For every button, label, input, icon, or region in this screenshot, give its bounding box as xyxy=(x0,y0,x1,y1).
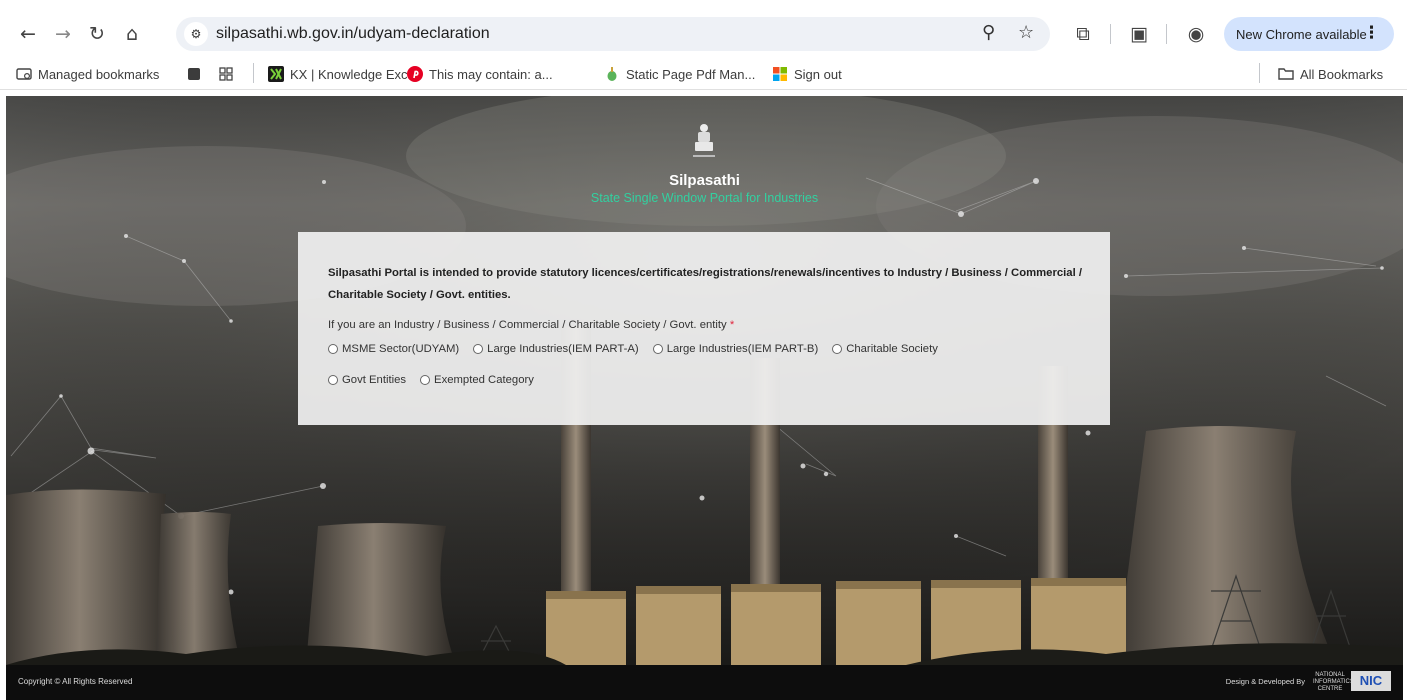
bookmark-label: KX | Knowledge Exc... xyxy=(290,66,419,82)
question-label: If you are an Industry / Business / Comm… xyxy=(328,319,727,331)
bookmarks-bar: Managed bookmarks KX | Knowledge Exc... … xyxy=(0,58,1407,90)
address-bar[interactable]: ⚙ silpasathi.wb.gov.in/udyam-declaration… xyxy=(176,17,1050,51)
state-emblem-icon xyxy=(693,124,715,157)
entity-options-row-2: Govt Entities Exempted Category xyxy=(328,374,1088,386)
url-text[interactable]: silpasathi.wb.gov.in/udyam-declaration xyxy=(216,25,490,43)
radio-button[interactable] xyxy=(328,344,338,354)
profile-icon[interactable]: ◉ xyxy=(1183,21,1209,47)
site-subtitle: State Single Window Portal for Industrie… xyxy=(590,191,819,205)
radio-button[interactable] xyxy=(473,344,484,354)
bookmark-label: This may contain: a... xyxy=(429,66,553,82)
page-footer: Copyright © All Rights Reserved Design &… xyxy=(6,665,1403,700)
zoom-icon[interactable]: ⚲ xyxy=(982,22,995,43)
home-icon[interactable]: ⌂ xyxy=(119,21,145,47)
option-govt-entities[interactable]: Govt Entities xyxy=(328,374,406,386)
new-chrome-button[interactable]: New Chrome available ⋮ xyxy=(1224,17,1394,51)
square-favicon xyxy=(188,68,200,80)
folder-icon xyxy=(1278,68,1294,80)
managed-folder-icon xyxy=(16,68,32,80)
apps-grid-icon xyxy=(219,67,233,81)
bookmark-label: Sign out xyxy=(794,66,842,82)
new-chrome-label: New Chrome available xyxy=(1236,26,1367,42)
option-exempted-category[interactable]: Exempted Category xyxy=(420,374,534,386)
entity-options-row-1: MSME Sector(UDYAM) Large Industries(IEM … xyxy=(328,343,1088,355)
page-viewport: Silpasathi State Single Window Portal fo… xyxy=(6,96,1403,700)
bookmark-star-icon[interactable]: ☆ xyxy=(1018,22,1034,43)
nic-small-text: NATIONAL INFORMATICS CENTRE xyxy=(1313,672,1354,692)
kx-icon xyxy=(268,66,284,82)
intro-text: Silpasathi Portal is intended to provide… xyxy=(328,267,1082,301)
browser-toolbar: ← → ↻ ⌂ ⚙ silpasathi.wb.gov.in/udyam-dec… xyxy=(0,0,1407,58)
back-icon[interactable]: ← xyxy=(15,21,41,47)
site-favicon xyxy=(607,67,617,81)
bookmark-sign-out[interactable]: Sign out xyxy=(772,64,842,84)
bookmark-apps[interactable] xyxy=(218,64,240,84)
toolbar-divider xyxy=(1110,24,1111,44)
entity-question: If you are an Industry / Business / Comm… xyxy=(328,319,734,331)
option-label: MSME Sector(UDYAM) xyxy=(342,343,460,355)
radio-button[interactable] xyxy=(832,344,843,354)
radio-button[interactable] xyxy=(652,344,663,354)
site-title: Silpasathi xyxy=(669,172,740,189)
forward-icon[interactable]: → xyxy=(50,21,76,47)
bookmark-managed[interactable]: Managed bookmarks xyxy=(16,64,159,84)
bookmark-label: Static Page Pdf Man... xyxy=(626,66,756,82)
option-label: Exempted Category xyxy=(434,374,534,386)
pinterest-icon xyxy=(407,66,423,82)
bookmark-kx[interactable]: KX | Knowledge Exc... xyxy=(268,64,418,84)
site-info-icon[interactable]: ⚙ xyxy=(184,22,208,46)
option-label: Large Industries(IEM PART-A) xyxy=(487,343,639,355)
required-mark: * xyxy=(729,319,735,331)
developer-credit: Design & Developed By xyxy=(1225,677,1305,686)
option-msme[interactable]: MSME Sector(UDYAM) xyxy=(328,343,459,355)
bookmark-square[interactable] xyxy=(186,64,208,84)
copyright-text: Copyright © All Rights Reserved xyxy=(18,677,133,686)
radio-button[interactable] xyxy=(420,375,431,385)
bookmarks-divider xyxy=(253,63,254,83)
option-label: Charitable Society xyxy=(846,343,938,355)
bookmark-label: Managed bookmarks xyxy=(38,66,160,82)
declaration-card: Silpasathi Portal is intended to provide… xyxy=(298,232,1110,425)
option-label: Govt Entities xyxy=(342,374,407,386)
reload-icon[interactable]: ↻ xyxy=(84,21,110,47)
bookmark-static-page[interactable]: Static Page Pdf Man... xyxy=(604,64,755,84)
chrome-menu-icon[interactable]: ⋮ xyxy=(1363,23,1380,43)
bookmark-pinterest[interactable]: This may contain: a... xyxy=(407,64,553,84)
all-bookmarks[interactable]: All Bookmarks xyxy=(1278,64,1383,84)
microsoft-icon xyxy=(773,67,787,81)
option-charitable-society[interactable]: Charitable Society xyxy=(832,343,938,355)
option-label: Large Industries(IEM PART-B) xyxy=(666,343,819,355)
nic-logo[interactable]: NIC xyxy=(1351,671,1391,691)
all-bookmarks-label: All Bookmarks xyxy=(1300,66,1384,82)
bookmarks-divider xyxy=(1259,63,1260,83)
option-large-iem-a[interactable]: Large Industries(IEM PART-A) xyxy=(473,343,639,355)
option-large-iem-b[interactable]: Large Industries(IEM PART-B) xyxy=(652,343,819,355)
radio-button[interactable] xyxy=(328,375,338,385)
toolbar-divider xyxy=(1166,24,1167,44)
tab-search-icon[interactable]: ▣ xyxy=(1126,21,1152,47)
extensions-icon[interactable]: ⧉ xyxy=(1070,21,1096,47)
